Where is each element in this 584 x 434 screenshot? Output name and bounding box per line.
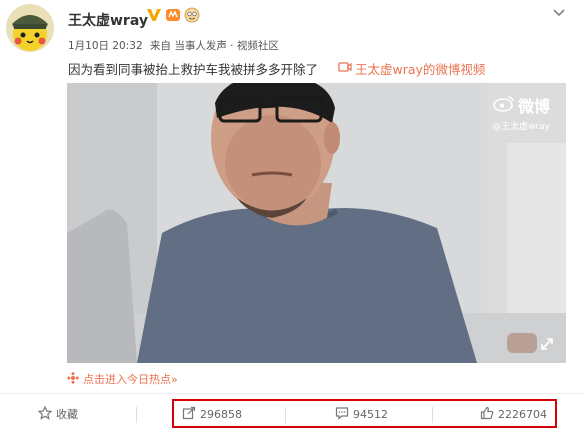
verified-v-icon[interactable] [146,7,162,23]
emoji-badge-icon[interactable] [184,7,200,23]
username[interactable]: 王太虚wray [68,10,148,30]
expand-icon[interactable] [540,336,554,355]
hot-topic-label: 点击进入今日热点» [83,373,178,386]
more-icon[interactable] [548,4,570,22]
highlight-box [172,399,557,428]
weibo-logo-icon [493,94,515,116]
watermark-brand: 微博 [517,97,550,116]
post-source[interactable]: 来自 当事人发声 · 视频社区 [150,40,279,52]
post-text: 因为看到同事被抬上救护车我被拼多多开除了 [68,62,319,77]
video-link-label: 王太虚wray的微博视频 [355,62,486,77]
star-icon [37,405,53,423]
favorite-label: 收藏 [56,408,78,421]
post-text-row: 因为看到同事被抬上救护车我被拼多多开除了 王太虚wray的微博视频 [68,59,485,78]
user-badges [146,7,200,23]
watermark-user: @王太虚wray [492,122,550,132]
favorite-button[interactable]: 收藏 [37,402,78,426]
video-player[interactable]: 微博 @王太虚wray [67,83,566,363]
badge-icon[interactable] [165,7,181,23]
hot-icon [67,371,79,387]
hot-topic-link[interactable]: 点击进入今日热点» [67,371,178,387]
video-icon [338,61,352,76]
avatar[interactable] [6,4,54,52]
separator [136,407,137,423]
post-date[interactable]: 1月10日 20:32 [68,40,143,52]
video-watermark: 微博 @王太虚wray [492,93,550,132]
post-meta: 1月10日 20:32 来自 当事人发声 · 视频社区 [68,38,279,53]
video-link[interactable]: 王太虚wray的微博视频 [338,59,485,78]
